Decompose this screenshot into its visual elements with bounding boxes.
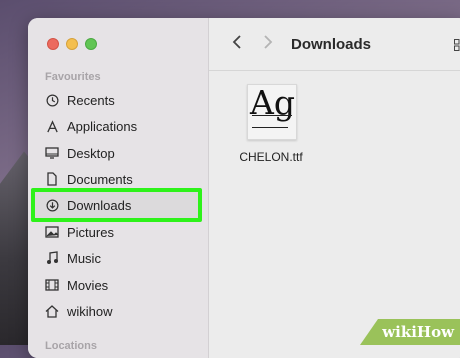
file-item[interactable]: Ag CHELON.ttf	[239, 83, 309, 164]
sidebar-item-recents[interactable]: Recents	[38, 87, 204, 113]
document-icon	[45, 172, 59, 186]
baseline-rule	[252, 115, 292, 116]
favourites-heading: Favourites	[45, 71, 101, 83]
view-options-button[interactable]	[454, 38, 460, 56]
sidebar-item-label: Documents	[67, 171, 133, 187]
sidebar-item-wikihow[interactable]: wikihow	[38, 298, 204, 324]
music-icon	[45, 251, 59, 265]
forward-button[interactable]	[258, 33, 278, 55]
finder-window: Favourites Recents Applications Desktop …	[28, 18, 460, 358]
sidebar-item-label: Music	[67, 250, 101, 266]
download-icon	[45, 198, 59, 212]
close-button[interactable]	[47, 38, 59, 50]
watermark-wiki: wiki	[382, 323, 417, 341]
desktop-icon	[45, 146, 59, 160]
home-icon	[45, 304, 59, 318]
applications-icon	[45, 119, 59, 133]
sidebar-item-label: Applications	[67, 118, 138, 134]
sidebar-item-pictures[interactable]: Pictures	[38, 219, 204, 245]
minimize-button[interactable]	[66, 38, 78, 50]
sidebar-item-movies[interactable]: Movies	[38, 272, 204, 298]
grid-view-icon	[454, 38, 460, 55]
sidebar-item-desktop[interactable]: Desktop	[38, 140, 204, 166]
window-controls	[47, 38, 97, 50]
sidebar-item-label: Recents	[67, 92, 115, 108]
font-preview-glyph: Ag	[250, 83, 295, 122]
sidebar-item-applications[interactable]: Applications	[38, 113, 204, 139]
descender-rule	[252, 127, 288, 128]
back-button[interactable]	[227, 33, 247, 55]
film-icon	[45, 278, 59, 292]
locations-heading: Locations	[45, 340, 97, 352]
sidebar-item-label: Desktop	[67, 145, 115, 161]
clock-icon	[45, 93, 59, 107]
sidebar-item-label: Movies	[67, 277, 109, 293]
zoom-button[interactable]	[85, 38, 97, 50]
sidebar-item-label: Downloads	[67, 197, 132, 213]
font-file-thumbnail: Ag	[247, 83, 297, 140]
sidebar-item-label: wikihow	[67, 303, 113, 319]
sidebar-item-downloads[interactable]: Downloads	[31, 188, 202, 222]
chevron-right-icon	[263, 34, 273, 55]
folder-title: Downloads	[291, 36, 372, 53]
main-pane: Downloads Ag CHELON.ttf	[209, 18, 460, 358]
file-name: CHELON.ttf	[239, 150, 303, 164]
chevron-left-icon	[232, 34, 242, 55]
sidebar-item-label: Pictures	[67, 224, 114, 240]
toolbar: Downloads	[209, 18, 460, 71]
watermark-how: How	[416, 323, 454, 341]
picture-icon	[45, 225, 59, 239]
sidebar-item-music[interactable]: Music	[38, 245, 204, 271]
sidebar: Favourites Recents Applications Desktop …	[28, 18, 209, 358]
